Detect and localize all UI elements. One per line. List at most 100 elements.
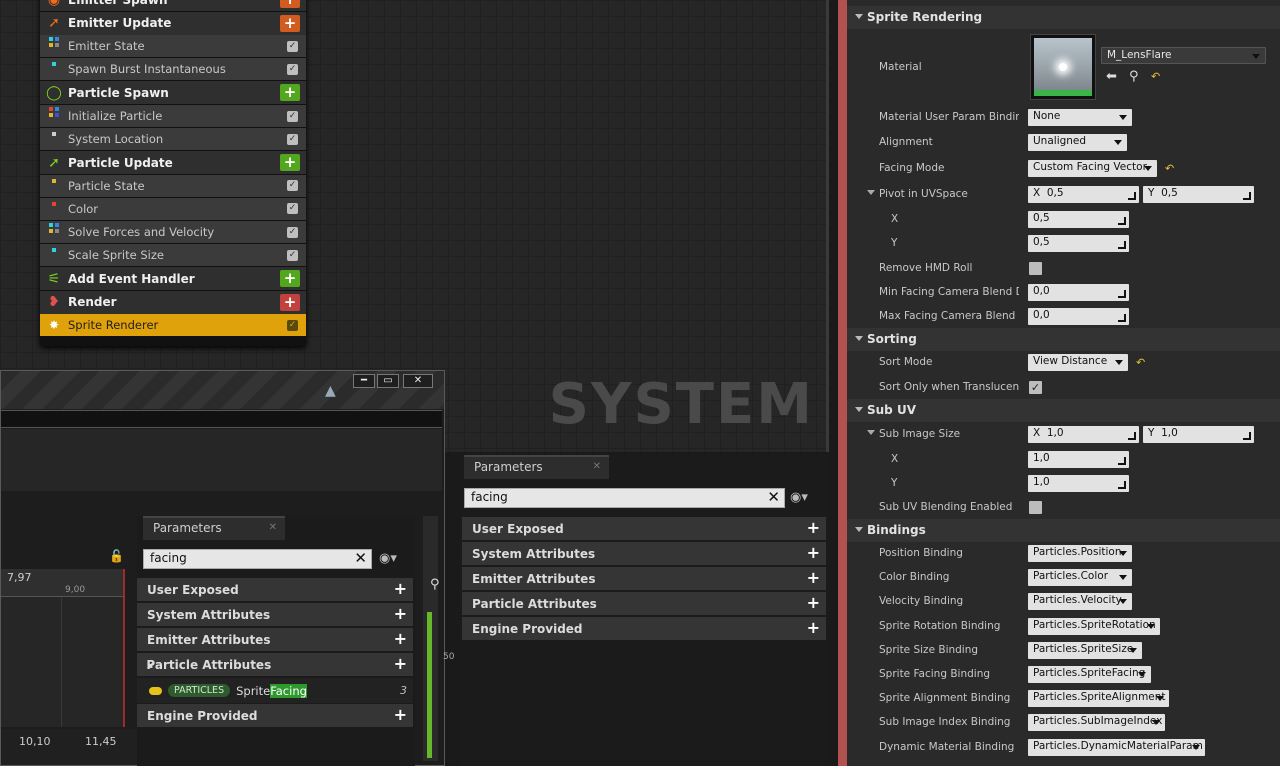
browse-search-icon[interactable]: ⚲ bbox=[1129, 69, 1139, 84]
lock-icon[interactable]: 🔓 bbox=[109, 549, 124, 563]
material-dropdown[interactable]: M_LensFlare bbox=[1101, 47, 1266, 64]
pivot-y-field[interactable]: Y 0,5 bbox=[1143, 186, 1254, 203]
tab-parameters[interactable]: Parameters ✕ bbox=[143, 516, 285, 540]
facing-mode-dropdown[interactable]: Custom Facing Vector bbox=[1028, 160, 1157, 177]
add-module-button[interactable]: + bbox=[280, 293, 300, 311]
window-title-bar[interactable]: ▲ ━ ▭ ✕ bbox=[1, 371, 444, 409]
module-enabled-checkbox[interactable]: ✓ bbox=[287, 226, 298, 238]
binding-dropdown[interactable]: Particles.SpriteSize bbox=[1028, 641, 1142, 659]
use-selected-arrow-icon[interactable]: ⬅ bbox=[1106, 69, 1117, 84]
material-user-param-binding-dropdown[interactable]: None bbox=[1028, 109, 1132, 126]
module-enabled-checkbox[interactable]: ✓ bbox=[287, 133, 298, 145]
maximize-button[interactable]: ▭ bbox=[377, 374, 399, 388]
stack-module[interactable]: System Location ✓ bbox=[40, 128, 306, 151]
param-group-user-exposed[interactable]: User Exposed + bbox=[462, 517, 826, 540]
stack-module-selected[interactable]: ✸ Sprite Renderer ✓ bbox=[40, 314, 306, 337]
sub-image-x-field[interactable]: X 1,0 bbox=[1028, 426, 1139, 443]
param-group-user-exposed[interactable]: User Exposed + bbox=[137, 578, 413, 601]
max-facing-input[interactable]: 0,0 bbox=[1028, 308, 1129, 325]
scroll-track[interactable] bbox=[423, 516, 438, 761]
stack-group-header[interactable]: ◯ Particle Spawn + bbox=[40, 81, 306, 105]
add-parameter-button[interactable]: + bbox=[394, 606, 407, 622]
param-group-emitter-attributes[interactable]: Emitter Attributes + bbox=[137, 628, 413, 651]
reset-to-default-icon[interactable]: ↶ bbox=[1151, 70, 1160, 83]
parameter-row[interactable]: PARTICLES Sprite Facing 3 bbox=[137, 678, 413, 703]
stack-module[interactable]: Scale Sprite Size ✓ bbox=[40, 244, 306, 267]
section-sorting[interactable]: Sorting bbox=[847, 328, 1280, 351]
stack-module[interactable]: Spawn Burst Instantaneous ✓ bbox=[40, 58, 306, 81]
param-group-particle-attributes[interactable]: ◢ Particle Attributes + bbox=[137, 653, 413, 676]
minimize-button[interactable]: ━ bbox=[353, 374, 375, 388]
param-group-emitter-attributes[interactable]: Emitter Attributes + bbox=[462, 567, 826, 590]
stack-module[interactable]: Emitter State ✓ bbox=[40, 35, 306, 58]
add-module-button[interactable]: + bbox=[280, 0, 300, 8]
eye-icon[interactable]: ◉▾ bbox=[790, 490, 808, 505]
sub-x-input[interactable]: 1,0 bbox=[1028, 451, 1129, 468]
sub-image-y-field[interactable]: Y 1,0 bbox=[1143, 426, 1254, 443]
param-group-particle-attributes[interactable]: Particle Attributes + bbox=[462, 592, 826, 615]
stack-group-header[interactable]: ➚ Emitter Update + bbox=[40, 11, 306, 35]
module-enabled-checkbox[interactable]: ✓ bbox=[287, 203, 298, 215]
pivot-x-field[interactable]: X 0,5 bbox=[1028, 186, 1139, 203]
tab-parameters[interactable]: Parameters ✕ bbox=[464, 455, 609, 479]
module-enabled-checkbox[interactable]: ✓ bbox=[287, 40, 298, 52]
stack-module[interactable]: Initialize Particle ✓ bbox=[40, 105, 306, 127]
search-icon[interactable]: ⚲ bbox=[430, 577, 440, 592]
stack-group-header[interactable]: ⚟ Add Event Handler + bbox=[40, 267, 306, 291]
module-enabled-checkbox[interactable]: ✓ bbox=[287, 319, 298, 331]
stack-group-header[interactable]: ◉Emitter Spawn+ bbox=[40, 0, 306, 11]
pivot-y-input[interactable]: 0,5 bbox=[1028, 235, 1129, 252]
add-module-button[interactable]: + bbox=[280, 14, 300, 32]
add-module-button[interactable]: + bbox=[280, 84, 300, 102]
sort-translucent-checkbox[interactable]: ✓ bbox=[1029, 381, 1042, 394]
module-enabled-checkbox[interactable]: ✓ bbox=[287, 249, 298, 261]
stack-group-header[interactable]: ❥ Render + bbox=[40, 290, 306, 314]
reset-to-default-icon[interactable]: ↶ bbox=[1165, 162, 1174, 175]
add-parameter-button[interactable]: + bbox=[807, 595, 820, 611]
add-parameter-button[interactable]: + bbox=[807, 545, 820, 561]
param-group-engine-provided[interactable]: Engine Provided + bbox=[462, 617, 826, 640]
add-parameter-button[interactable]: + bbox=[807, 620, 820, 636]
alignment-dropdown[interactable]: Unaligned bbox=[1028, 134, 1127, 151]
stack-module[interactable]: Color ✓ bbox=[40, 197, 306, 220]
add-parameter-button[interactable]: + bbox=[394, 707, 407, 723]
param-group-system-attributes[interactable]: System Attributes + bbox=[137, 603, 413, 626]
add-module-button[interactable]: + bbox=[280, 270, 300, 288]
material-thumbnail[interactable] bbox=[1030, 34, 1096, 100]
parameters-panel-b[interactable]: Parameters ✕ facing ✕ ◉▾ User Exposed + Syst… bbox=[460, 454, 830, 766]
expand-arrow-icon[interactable] bbox=[867, 430, 875, 439]
binding-dropdown[interactable]: Particles.SpriteFacing bbox=[1028, 666, 1151, 683]
binding-dropdown[interactable]: Particles.Position bbox=[1028, 545, 1132, 562]
expand-arrow-icon[interactable] bbox=[867, 190, 875, 199]
search-input[interactable]: facing ✕ bbox=[143, 549, 372, 569]
eye-icon[interactable]: ◉▾ bbox=[379, 551, 397, 566]
sub-y-input[interactable]: 1,0 bbox=[1028, 475, 1129, 492]
reset-to-default-icon[interactable]: ↶ bbox=[1136, 356, 1145, 369]
param-group-system-attributes[interactable]: System Attributes + bbox=[462, 542, 826, 565]
binding-dropdown[interactable]: Particles.DynamicMaterialParam bbox=[1028, 738, 1205, 756]
binding-dropdown[interactable]: Particles.Velocity bbox=[1028, 593, 1132, 611]
close-button[interactable]: ✕ bbox=[403, 374, 433, 388]
sub-uv-blending-checkbox[interactable] bbox=[1029, 501, 1042, 514]
module-enabled-checkbox[interactable]: ✓ bbox=[287, 63, 298, 75]
add-parameter-button[interactable]: + bbox=[394, 581, 407, 597]
add-parameter-button[interactable]: + bbox=[807, 520, 820, 536]
pivot-x-input[interactable]: 0,5 bbox=[1028, 211, 1129, 228]
stack-module[interactable]: Particle State ✓ bbox=[40, 174, 306, 197]
emitter-node-stack[interactable]: ◉Emitter Spawn+➚Emitter Update+Emitter S… bbox=[40, 0, 306, 346]
section-sub-uv[interactable]: Sub UV bbox=[847, 399, 1280, 422]
param-group-engine-provided[interactable]: Engine Provided + bbox=[137, 704, 413, 727]
sort-mode-dropdown[interactable]: View Distance bbox=[1028, 354, 1128, 371]
curve-timeline[interactable]: 7,97 9,00 bbox=[1, 569, 125, 727]
binding-dropdown[interactable]: Particles.SpriteRotation bbox=[1028, 617, 1160, 635]
binding-dropdown[interactable]: Particles.SubImageIndex bbox=[1028, 714, 1165, 732]
binding-dropdown[interactable]: Particles.SpriteAlignment bbox=[1028, 690, 1169, 708]
section-sprite-rendering[interactable]: Sprite Rendering bbox=[847, 6, 1280, 29]
stack-group-header[interactable]: ➚ Particle Update + bbox=[40, 151, 306, 175]
module-enabled-checkbox[interactable]: ✓ bbox=[287, 110, 298, 122]
module-enabled-checkbox[interactable]: ✓ bbox=[287, 180, 298, 192]
add-parameter-button[interactable]: + bbox=[394, 656, 407, 672]
add-module-button[interactable]: + bbox=[280, 154, 300, 172]
stack-module[interactable]: Solve Forces and Velocity ✓ bbox=[40, 221, 306, 243]
search-input[interactable]: facing ✕ bbox=[464, 488, 785, 508]
